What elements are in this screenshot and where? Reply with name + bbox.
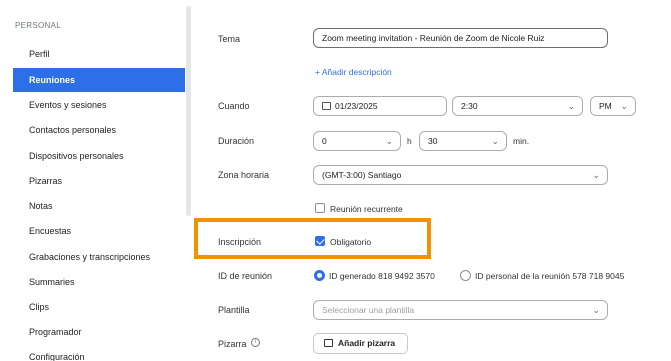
topic-label: Tema xyxy=(218,34,241,44)
sidebar-item-perfil[interactable]: Perfil xyxy=(13,42,185,66)
recurring-checkbox[interactable] xyxy=(315,203,325,213)
timezone-label: Zona horaria xyxy=(218,170,270,180)
sidebar-section-title: PERSONAL xyxy=(15,21,61,30)
generated-id-radio[interactable] xyxy=(314,270,325,281)
duration-minutes-select[interactable]: 30 ⌄ xyxy=(419,131,507,151)
whiteboard-label: Pizarra xyxy=(218,339,247,349)
registration-option-label: Obligatorio xyxy=(330,237,372,247)
time-select[interactable]: 2:30 ⌄ xyxy=(452,96,583,116)
chevron-down-icon: ⌄ xyxy=(592,170,600,180)
calendar-icon xyxy=(322,102,331,110)
chevron-down-icon: ⌄ xyxy=(385,136,393,146)
time-value: 2:30 xyxy=(461,101,478,111)
sidebar-item-pizarras[interactable]: Pizarras xyxy=(13,169,185,193)
when-label: Cuando xyxy=(218,101,250,111)
timezone-select[interactable]: (GMT-3:00) Santiago ⌄ xyxy=(313,165,608,185)
add-whiteboard-button[interactable]: Añadir pizarra xyxy=(313,333,408,354)
sidebar-item-clips[interactable]: Clips xyxy=(13,295,185,319)
info-icon[interactable]: i xyxy=(251,338,260,347)
minutes-unit: min. xyxy=(513,136,530,146)
chevron-down-icon: ⌄ xyxy=(620,101,628,111)
add-description-link[interactable]: + Añadir descripción xyxy=(315,67,392,77)
personal-id-label: ID personal de la reunión 578 718 9045 xyxy=(475,271,625,281)
sidebar-scrollbar[interactable] xyxy=(186,6,191,216)
sidebar-item-grabaciones[interactable]: Grabaciones y transcripciones xyxy=(13,245,185,269)
sidebar-item-notas[interactable]: Notas xyxy=(13,194,185,218)
ampm-value: PM xyxy=(599,101,612,111)
template-label: Plantilla xyxy=(218,305,250,315)
registration-label: Inscripción xyxy=(218,237,262,247)
sidebar-item-dispositivos[interactable]: Dispositivos personales xyxy=(13,144,185,168)
sidebar-item-programador[interactable]: Programador xyxy=(13,320,185,344)
duration-hours-select[interactable]: 0 ⌄ xyxy=(313,131,401,151)
sidebar-item-eventos[interactable]: Eventos y sesiones xyxy=(13,93,185,117)
ampm-select[interactable]: PM ⌄ xyxy=(590,96,636,116)
meeting-id-label: ID de reunión xyxy=(218,271,273,281)
personal-id-radio[interactable] xyxy=(460,270,471,281)
sidebar-item-reuniones[interactable]: Reuniones xyxy=(13,68,185,92)
timezone-value: (GMT-3:00) Santiago xyxy=(322,170,402,180)
date-picker[interactable]: 01/23/2025 xyxy=(313,96,447,116)
registration-checkbox[interactable] xyxy=(315,236,325,246)
sidebar-item-summaries[interactable]: Summaries xyxy=(13,270,185,294)
sidebar-item-encuestas[interactable]: Encuestas xyxy=(13,219,185,243)
recurring-label: Reunión recurrente xyxy=(330,204,403,214)
duration-label: Duración xyxy=(218,136,255,146)
sidebar-item-configuracion[interactable]: Configuración xyxy=(13,345,185,361)
generated-id-label: ID generado 818 9492 3570 xyxy=(329,271,435,281)
duration-hours-value: 0 xyxy=(322,136,327,146)
add-whiteboard-label: Añadir pizarra xyxy=(338,338,396,348)
template-placeholder: Seleccionar una plantilla xyxy=(322,305,415,315)
sidebar-item-contactos[interactable]: Contactos personales xyxy=(13,118,185,142)
template-select[interactable]: Seleccionar una plantilla ⌄ xyxy=(313,300,608,320)
whiteboard-icon xyxy=(324,339,333,347)
sidebar: PERSONAL Perfil Reuniones Eventos y sesi… xyxy=(0,0,186,361)
chevron-down-icon: ⌄ xyxy=(592,305,600,315)
duration-minutes-value: 30 xyxy=(428,136,438,146)
topic-input[interactable]: Zoom meeting invitation - Reunión de Zoo… xyxy=(313,28,608,48)
chevron-down-icon: ⌄ xyxy=(491,136,499,146)
chevron-down-icon: ⌄ xyxy=(567,101,575,111)
date-value: 01/23/2025 xyxy=(335,101,378,111)
hours-unit: h xyxy=(407,136,412,146)
